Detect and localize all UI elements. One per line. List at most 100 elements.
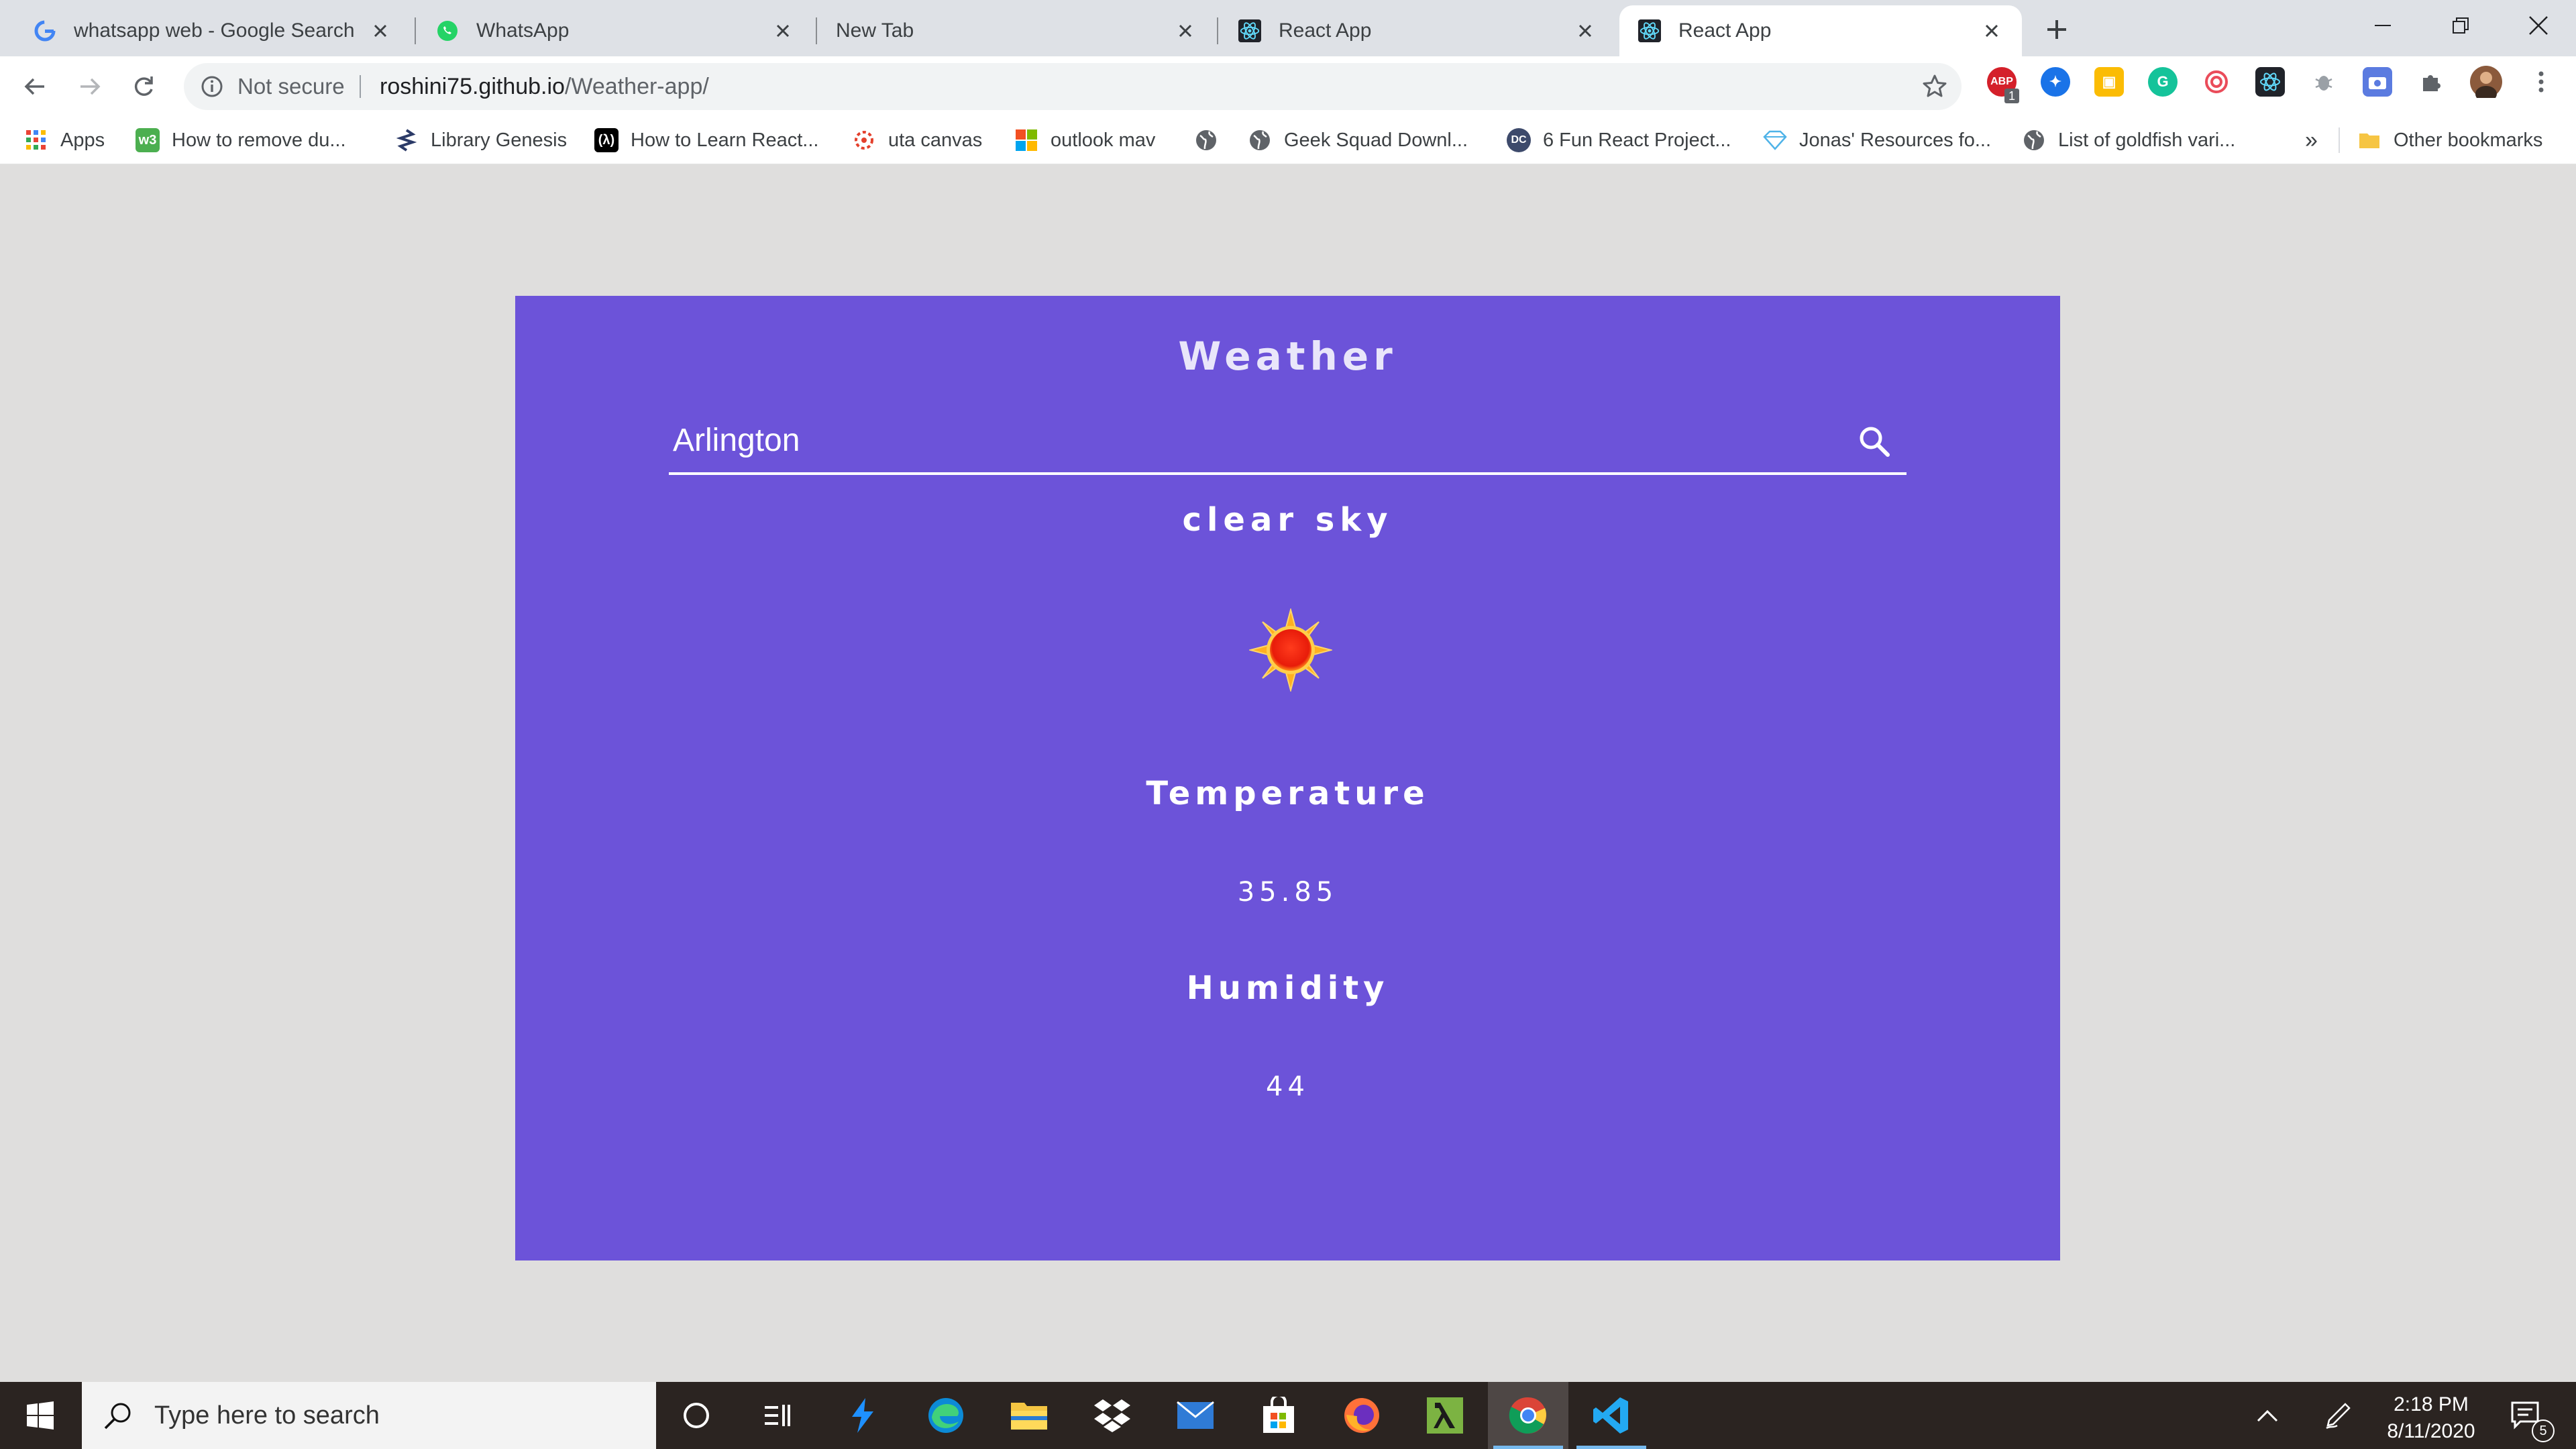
tab-react-app[interactable]: React App xyxy=(1220,5,1615,56)
address-bar[interactable]: Not secure roshini75.github.io/Weather-a… xyxy=(184,63,1962,110)
active-indicator xyxy=(1493,1446,1563,1449)
react-icon xyxy=(1638,19,1661,42)
close-icon[interactable] xyxy=(771,19,794,42)
taskbar-app-bolt[interactable] xyxy=(822,1382,903,1449)
taskbar-app-dropbox[interactable] xyxy=(1072,1382,1152,1449)
grammarly-icon[interactable]: G xyxy=(2148,67,2178,97)
new-tab-button[interactable] xyxy=(2041,13,2073,46)
bookmark-label: Apps xyxy=(60,129,105,151)
bookmark-label: 6 Fun React Project... xyxy=(1543,129,1731,151)
info-icon[interactable] xyxy=(200,74,224,99)
vscode-icon xyxy=(1593,1397,1628,1434)
temperature-label: Temperature xyxy=(1146,775,1430,812)
search-icon[interactable] xyxy=(1856,423,1893,460)
bookmark-other-bookmarks[interactable]: Other bookmarks xyxy=(2357,117,2542,164)
folder-icon xyxy=(1011,1403,1047,1430)
weather-description: clear sky xyxy=(1182,501,1393,539)
bookmark-outlook-mav[interactable]: outlook mav xyxy=(1014,117,1155,164)
city-search-input[interactable] xyxy=(673,413,1813,467)
task-view-button[interactable] xyxy=(737,1382,817,1449)
extensions-puzzle-icon[interactable] xyxy=(2416,67,2446,97)
address-divider xyxy=(360,75,361,98)
tab-title: New Tab xyxy=(836,19,914,42)
bookmark-learn-react[interactable]: (λ) How to Learn React... xyxy=(594,117,818,164)
cortana-circle-icon xyxy=(684,1403,709,1428)
blue-extension-icon[interactable]: ✦ xyxy=(2041,67,2070,97)
tab-react-app-active[interactable]: React App xyxy=(1619,5,2022,56)
folder-icon xyxy=(2357,128,2381,152)
show-hidden-icons-button[interactable] xyxy=(2241,1382,2294,1449)
bookmark-react-projects[interactable]: DC 6 Fun React Project... xyxy=(1507,117,1731,164)
close-icon[interactable] xyxy=(1980,19,2003,42)
url-text[interactable]: roshini75.github.io/Weather-app/ xyxy=(380,63,709,110)
globe-icon xyxy=(2022,128,2046,152)
humidity-label: Humidity xyxy=(1186,969,1389,1007)
minimize-button[interactable] xyxy=(2345,0,2420,51)
taskbar-app-firefox[interactable] xyxy=(1322,1382,1402,1449)
pen-icon xyxy=(2326,1403,2351,1430)
sun-icon xyxy=(1249,608,1332,692)
globe-icon xyxy=(1194,128,1218,152)
bookmark-jonas-resources[interactable]: Jonas' Resources fo... xyxy=(1763,117,1991,164)
taskbar-search-placeholder: Type here to search xyxy=(154,1401,380,1430)
cortana-button[interactable] xyxy=(656,1382,737,1449)
taskbar-app-lambda[interactable] xyxy=(1405,1382,1485,1449)
bookmark-uta-canvas[interactable]: uta canvas xyxy=(852,117,982,164)
bookmark-apps[interactable]: Apps xyxy=(24,117,105,164)
react-icon xyxy=(1238,19,1261,42)
humidity-value: 44 xyxy=(1266,1071,1309,1102)
pen-workspace-button[interactable] xyxy=(2308,1382,2368,1449)
whatsapp-icon xyxy=(436,19,459,42)
dropbox-icon xyxy=(1094,1399,1130,1432)
taskbar-app-mail[interactable] xyxy=(1155,1382,1236,1449)
taskbar-app-edge[interactable] xyxy=(906,1382,986,1449)
close-window-button[interactable] xyxy=(2501,0,2576,51)
start-button[interactable] xyxy=(0,1382,80,1449)
bookmark-label: Library Genesis xyxy=(431,129,568,151)
taskbar-app-file-explorer[interactable] xyxy=(989,1382,1069,1449)
close-icon[interactable] xyxy=(1574,19,1597,42)
edge-icon xyxy=(928,1398,963,1433)
taskbar-search-box[interactable]: Type here to search xyxy=(82,1382,656,1449)
close-icon[interactable] xyxy=(1174,19,1197,42)
app-title: Weather xyxy=(1178,333,1397,379)
bookmark-globe[interactable] xyxy=(1194,117,1230,164)
clock[interactable]: 2:18 PM 8/11/2020 xyxy=(2364,1391,2498,1445)
bookmark-library-genesis[interactable]: Library Genesis xyxy=(394,117,567,164)
taskbar-app-store[interactable] xyxy=(1238,1382,1319,1449)
bookmark-goldfish[interactable]: List of goldfish vari... xyxy=(2022,117,2235,164)
tab-separator xyxy=(1217,17,1218,44)
forward-button[interactable] xyxy=(74,70,106,103)
menu-kebab-icon[interactable] xyxy=(2526,67,2556,97)
canvas-icon xyxy=(852,128,876,152)
bookmark-remove-du[interactable]: w3 How to remove du... xyxy=(136,117,346,164)
diamond-icon xyxy=(1763,128,1787,152)
restore-button[interactable] xyxy=(2423,0,2498,51)
dc-icon: DC xyxy=(1507,128,1531,152)
bug-extension-icon[interactable] xyxy=(2309,67,2339,97)
tab-google-search[interactable]: whatsapp web - Google Search xyxy=(15,5,411,56)
bookmark-label: How to Learn React... xyxy=(631,129,819,151)
bookmark-geek-squad[interactable]: Geek Squad Downl... xyxy=(1248,117,1468,164)
back-button[interactable] xyxy=(19,70,51,103)
green-yellow-extension-icon[interactable]: ▣ xyxy=(2094,67,2124,97)
camera-extension-icon[interactable] xyxy=(2363,67,2392,97)
profile-avatar[interactable] xyxy=(2470,66,2502,98)
taskbar-app-chrome[interactable] xyxy=(1488,1382,1568,1449)
bookmark-label: outlook mav xyxy=(1051,129,1156,151)
taskbar-app-vscode[interactable] xyxy=(1571,1382,1652,1449)
action-center-button[interactable]: 5 xyxy=(2493,1382,2560,1449)
bookmark-star-icon[interactable] xyxy=(1921,73,1948,100)
tab-title: whatsapp web - Google Search xyxy=(74,19,355,42)
chrome-icon xyxy=(1509,1397,1546,1434)
react-devtools-icon[interactable] xyxy=(2255,67,2285,97)
bookmarks-overflow-button[interactable]: » xyxy=(2305,117,2318,164)
bookmark-label: uta canvas xyxy=(888,129,983,151)
reload-button[interactable] xyxy=(127,70,160,103)
close-icon[interactable] xyxy=(369,19,392,42)
extension-badge: 1 xyxy=(2004,89,2019,103)
tab-new-tab[interactable]: New Tab xyxy=(820,5,1216,56)
tab-whatsapp[interactable]: WhatsApp xyxy=(417,5,813,56)
red-spiral-extension-icon[interactable] xyxy=(2202,67,2231,97)
search-icon xyxy=(104,1403,131,1430)
